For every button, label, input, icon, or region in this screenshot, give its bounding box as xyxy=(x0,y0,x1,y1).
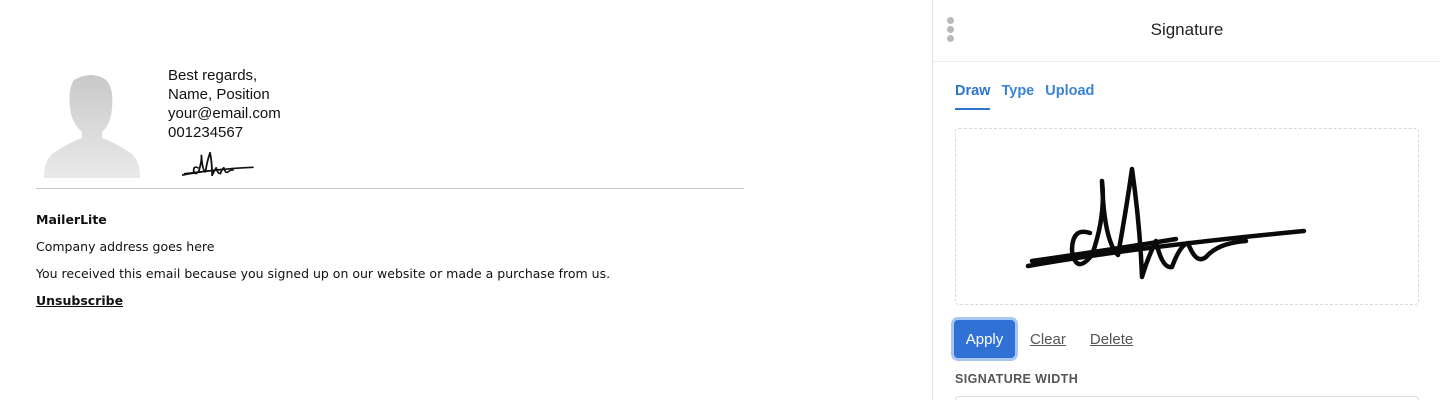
signature-width-control[interactable] xyxy=(955,396,1419,400)
signature-email: your@email.com xyxy=(168,105,281,122)
signature-name-position: Name, Position xyxy=(168,86,270,103)
signature-image xyxy=(181,144,256,177)
tab-upload[interactable]: Upload xyxy=(1045,82,1094,110)
signature-actions: Apply Clear Delete xyxy=(954,320,1142,358)
footer-company-name: MailerLite xyxy=(36,212,107,227)
footer-address: Company address goes here xyxy=(36,239,215,254)
clear-button[interactable]: Clear xyxy=(1030,331,1066,348)
unsubscribe-link[interactable]: Unsubscribe xyxy=(36,291,610,311)
email-footer: MailerLite Company address goes here You… xyxy=(36,210,610,311)
drawn-signature xyxy=(1025,166,1307,280)
email-preview: Best regards, Name, Position your@email.… xyxy=(0,0,932,400)
footer-notice: You received this email because you sign… xyxy=(36,266,611,281)
signature-phone: 001234567 xyxy=(168,124,244,141)
signature-draw-canvas[interactable] xyxy=(955,128,1419,305)
panel-header: Signature xyxy=(933,0,1440,62)
tab-draw[interactable]: Draw xyxy=(955,82,991,110)
tab-type[interactable]: Type xyxy=(1001,82,1034,110)
footer-divider xyxy=(36,188,744,189)
apply-button[interactable]: Apply xyxy=(954,320,1015,358)
signature-greeting: Best regards, xyxy=(168,67,258,84)
signature-text-block: Best regards, Name, Position your@email.… xyxy=(168,66,281,142)
avatar xyxy=(44,72,140,178)
delete-button[interactable]: Delete xyxy=(1090,331,1133,348)
signature-width-label: SIGNATURE WIDTH xyxy=(955,372,1079,386)
avatar-placeholder-icon xyxy=(44,75,140,178)
signature-panel: Signature Draw Type Upload Apply Clear D… xyxy=(932,0,1440,400)
signature-tabs: Draw Type Upload xyxy=(955,82,1094,112)
panel-title: Signature xyxy=(1150,20,1224,39)
